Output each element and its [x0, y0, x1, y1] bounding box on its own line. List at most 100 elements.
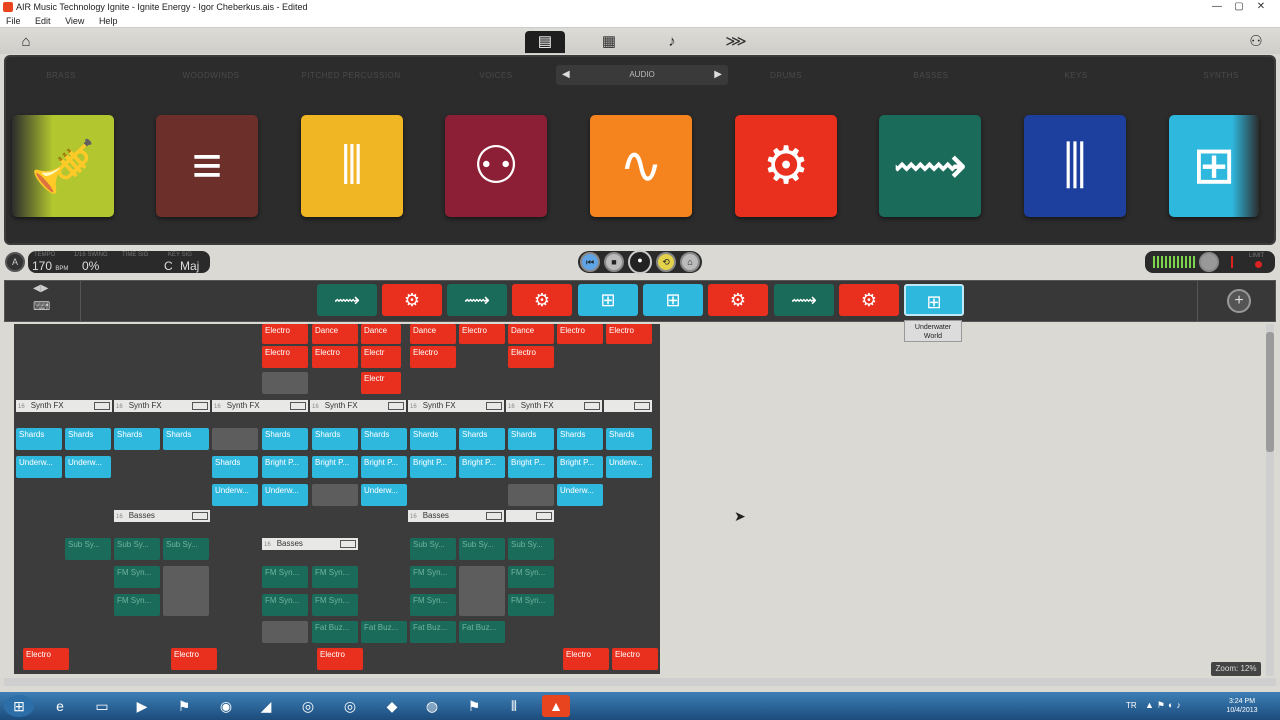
clip-fm-synth[interactable]: FM Syn... [114, 566, 160, 588]
app-icon[interactable]: ⚑ [460, 695, 488, 717]
clip-shards[interactable]: Shards [312, 428, 358, 450]
clip-sub-synth[interactable]: Sub Sy... [65, 538, 111, 560]
prev-category-icon[interactable]: ◀ [562, 65, 570, 85]
clip-bright-pad[interactable]: Bright P... [410, 456, 456, 478]
clip-bright-pad[interactable]: Bright P... [312, 456, 358, 478]
category-keys[interactable]: KEYS [1041, 71, 1111, 80]
clip-shards[interactable]: Shards [262, 428, 308, 450]
clip-shards[interactable]: Shards [606, 428, 652, 450]
clip-sub-synth[interactable]: Sub Sy... [459, 538, 505, 560]
stop-icon[interactable]: ■ [604, 252, 624, 272]
category-synths[interactable]: SYNTHS [1186, 71, 1256, 80]
clip-fm-synth[interactable]: FM Syn... [262, 566, 308, 588]
clip-fm-synth[interactable]: FM Syn... [262, 594, 308, 616]
brass-tile[interactable]: 🎺 [12, 115, 114, 217]
prev-next-arrows[interactable]: ◀▶ [33, 283, 48, 294]
users-icon[interactable]: ⚇ [1236, 31, 1276, 53]
clip-fat-buzz[interactable]: Fat Buz... [312, 621, 358, 643]
basses-tile[interactable]: ⟿ [879, 115, 981, 217]
app-icon[interactable]: ◢ [252, 695, 280, 717]
track-drums-4[interactable]: ⚙ [839, 284, 899, 316]
menu-file[interactable]: File [6, 16, 21, 26]
clip-electro[interactable]: Electro [508, 346, 554, 368]
clip-fat-buzz[interactable]: Fat Buz... [410, 621, 456, 643]
category-voices[interactable]: VOICES [461, 71, 531, 80]
media-player-icon[interactable]: ▶ [128, 695, 156, 717]
empty-slot[interactable] [212, 428, 258, 450]
clip-fm-synth[interactable]: FM Syn... [508, 594, 554, 616]
clip-fm-synth[interactable]: FM Syn... [410, 594, 456, 616]
clip-electro[interactable]: Electro [410, 346, 456, 368]
clip-underwater[interactable]: Underw... [212, 484, 258, 506]
keyboard-icon[interactable]: ⌨ [33, 299, 50, 313]
clip-underwater[interactable]: Underw... [16, 456, 62, 478]
empty-slot[interactable] [459, 566, 505, 616]
vertical-scrollbar[interactable] [1266, 324, 1274, 676]
language-indicator[interactable]: TR [1126, 701, 1137, 710]
empty-slot[interactable] [508, 484, 554, 506]
note-editor-icon[interactable]: ♪ [652, 31, 692, 53]
clip-electro[interactable]: Electro [312, 346, 358, 368]
clip-shards[interactable]: Shards [557, 428, 603, 450]
drums-tile[interactable]: ⚙ [735, 115, 837, 217]
clip-electro[interactable]: Electro [171, 648, 217, 670]
track-synth-1[interactable]: ⊞ [578, 284, 638, 316]
clip-bright-pad[interactable]: Bright P... [361, 456, 407, 478]
clip-fm-synth[interactable]: FM Syn... [312, 594, 358, 616]
menu-edit[interactable]: Edit [35, 16, 51, 26]
empty-slot[interactable] [262, 372, 308, 394]
ie-icon[interactable]: e [46, 695, 74, 717]
maximize-button[interactable]: ▢ [1230, 0, 1248, 14]
app-icon[interactable]: ◆ [378, 695, 406, 717]
clip-electro[interactable]: Electro [606, 324, 652, 344]
clip-fat-buzz[interactable]: Fat Buz... [459, 621, 505, 643]
category-drums[interactable]: DRUMS [751, 71, 821, 80]
ignite-taskbar-icon[interactable]: ▲ [542, 695, 570, 717]
app-icon[interactable]: ⦀ [500, 695, 528, 717]
empty-slot[interactable] [312, 484, 358, 506]
category-pitched-percussion[interactable]: PITCHED PERCUSSION [301, 71, 401, 80]
clip-underwater[interactable]: Underw... [606, 456, 652, 478]
track-drums-3[interactable]: ⚙ [708, 284, 768, 316]
clip-electro[interactable]: Electro [563, 648, 609, 670]
clip-dance[interactable]: Dance [312, 324, 358, 344]
app-icon[interactable]: ◍ [418, 695, 446, 717]
scroll-thumb[interactable] [1266, 332, 1274, 452]
clip-underwater[interactable]: Underw... [262, 484, 308, 506]
clip-sub-synth[interactable]: Sub Sy... [163, 538, 209, 560]
woodwinds-tile[interactable]: ≡ [156, 115, 258, 217]
voices-tile[interactable]: ⚇ [445, 115, 547, 217]
horizontal-scrollbar[interactable] [4, 678, 1276, 686]
audio-tile[interactable]: ∿ [590, 115, 692, 217]
keys-tile[interactable]: ⫼ [1024, 115, 1126, 217]
synths-tile[interactable]: ⊞ [1169, 115, 1259, 217]
clip-shards[interactable]: Shards [361, 428, 407, 450]
clip-fm-synth[interactable]: FM Syn... [410, 566, 456, 588]
clip-electro[interactable]: Electro [612, 648, 658, 670]
mode-value[interactable]: Maj [180, 259, 199, 273]
clip-electr[interactable]: Electr [361, 346, 401, 368]
clip-electro[interactable]: Electro [557, 324, 603, 344]
clip-shards[interactable]: Shards [65, 428, 111, 450]
close-button[interactable]: ✕ [1252, 0, 1270, 14]
instrument-browser-icon[interactable]: ▤ [525, 31, 565, 53]
swing-value[interactable]: 0% [82, 259, 99, 273]
clock[interactable]: 3:24 PM 10/4/2013 [1222, 697, 1262, 715]
add-track-icon[interactable]: + [1227, 289, 1251, 313]
clip-shards[interactable]: Shards [212, 456, 258, 478]
category-woodwinds[interactable]: WOODWINDS [166, 71, 256, 80]
clip-bright-pad[interactable]: Bright P... [557, 456, 603, 478]
clip-sub-synth[interactable]: Sub Sy... [410, 538, 456, 560]
start-icon[interactable]: ⊞ [4, 695, 34, 717]
menu-view[interactable]: View [65, 16, 84, 26]
clip-fm-synth[interactable]: FM Syn... [312, 566, 358, 588]
clip-underwater[interactable]: Underw... [557, 484, 603, 506]
record-icon[interactable]: ● [628, 250, 652, 274]
clip-bright-pad[interactable]: Bright P... [459, 456, 505, 478]
clip-shards[interactable]: Shards [16, 428, 62, 450]
app-icon[interactable]: ⚑ [170, 695, 198, 717]
master-volume-knob[interactable] [1199, 252, 1219, 272]
home-icon[interactable]: ⌂ [6, 31, 46, 53]
arranger-view-icon[interactable]: ▦ [589, 31, 629, 53]
next-category-icon[interactable]: ▶ [714, 65, 722, 85]
